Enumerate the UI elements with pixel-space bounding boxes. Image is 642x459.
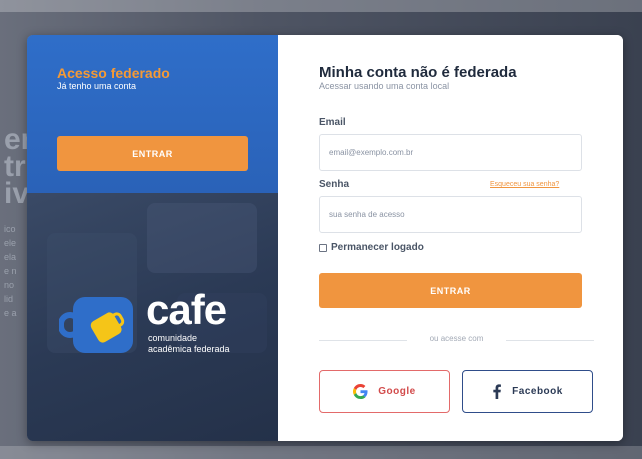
remember-label: Permanecer logado — [331, 242, 424, 253]
cafe-logo-wordmark: cafe — [146, 286, 227, 333]
background-text: ela — [4, 252, 17, 262]
background-text: no — [4, 280, 15, 290]
federated-title: Acesso federado — [57, 65, 170, 81]
forgot-password-link[interactable]: Esqueceu sua senha? — [490, 181, 559, 188]
divider-text: ou acesse com — [429, 334, 484, 343]
social-divider: ou acesse com — [319, 334, 594, 346]
logo-tagline: acadêmica federada — [148, 344, 230, 354]
email-label: Email — [319, 117, 346, 128]
google-login-button[interactable]: Google — [319, 370, 450, 413]
google-label: Google — [378, 386, 416, 397]
background-text: ico — [4, 224, 16, 234]
federated-panel: Acesso federado Já tenho uma conta ENTRA… — [27, 35, 278, 441]
page-footer-strip — [0, 446, 642, 459]
page-header-strip — [0, 0, 642, 12]
password-field[interactable] — [319, 196, 582, 233]
background-text: iv — [4, 177, 30, 210]
background-text: ele — [4, 238, 17, 248]
remember-me[interactable]: Permanecer logado — [319, 242, 424, 253]
facebook-f-icon — [493, 384, 502, 399]
password-label: Senha — [319, 179, 350, 190]
facebook-login-button[interactable]: Facebook — [462, 370, 593, 413]
background-text: e a — [4, 308, 17, 318]
local-login-panel: Minha conta não é federada Acessar usand… — [278, 35, 623, 441]
local-login-button[interactable]: ENTRAR — [319, 273, 582, 308]
local-login-title: Minha conta não é federada — [319, 64, 517, 81]
google-g-icon — [353, 384, 368, 399]
logo-tagline: comunidade — [148, 333, 198, 343]
facebook-label: Facebook — [512, 386, 563, 397]
email-field[interactable] — [319, 134, 582, 171]
coffee-mug-icon — [59, 297, 133, 353]
local-login-subtitle: Acessar usando uma conta local — [319, 81, 450, 91]
background-text: e n — [4, 266, 17, 276]
federated-subtitle: Já tenho uma conta — [57, 81, 137, 91]
remember-checkbox[interactable] — [319, 243, 327, 252]
login-modal: Acesso federado Já tenho uma conta ENTRA… — [27, 35, 623, 441]
federated-login-button[interactable]: ENTRAR — [57, 136, 248, 171]
background-text: lid — [4, 294, 14, 304]
